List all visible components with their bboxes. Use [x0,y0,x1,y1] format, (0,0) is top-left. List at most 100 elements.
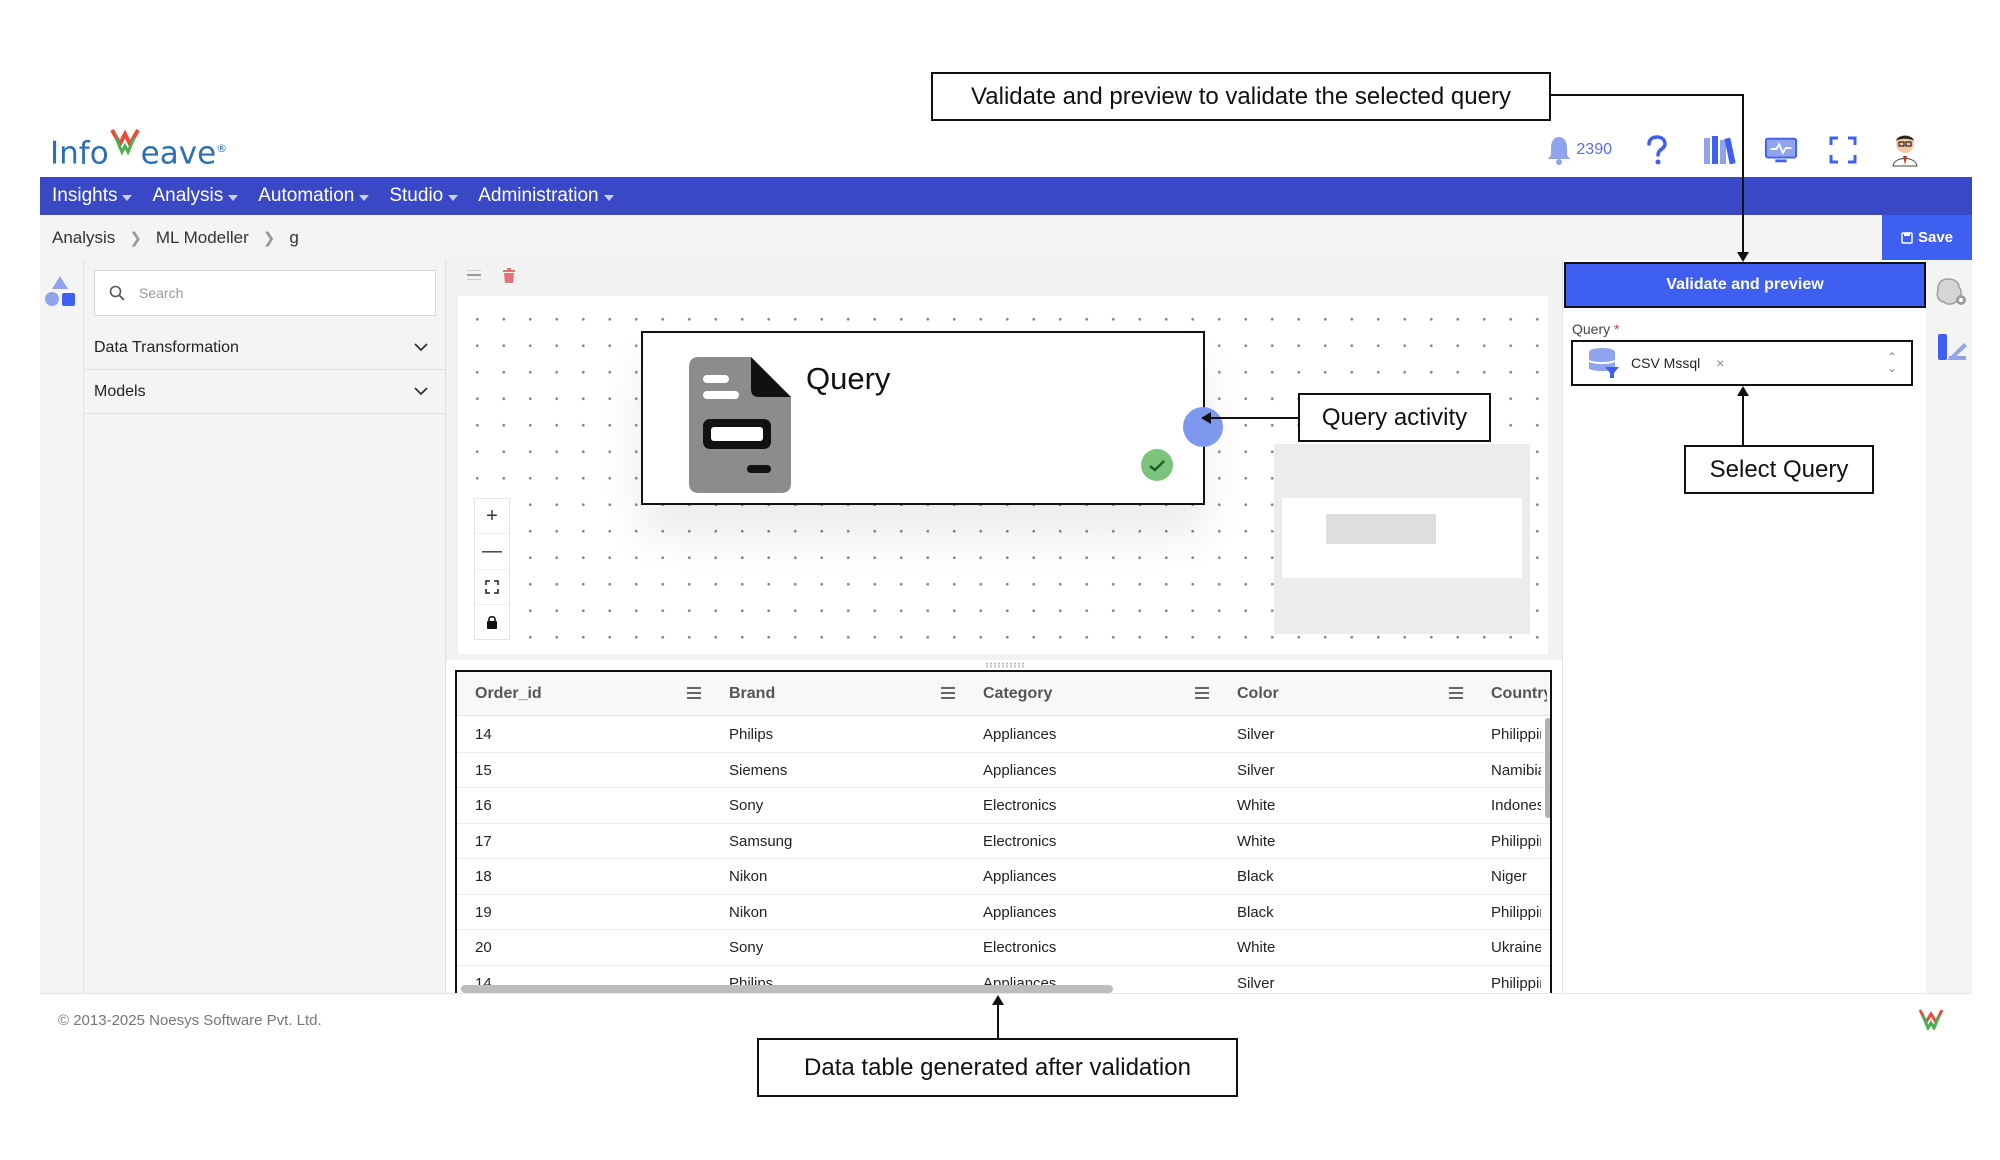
table-row[interactable]: 20 Sony Electronics White Ukraine [457,930,1550,966]
column-menu-icon[interactable] [941,687,955,702]
top-bar: Info eave® 2390 [40,120,1972,178]
nav-analysis[interactable]: Analysis [152,185,250,207]
cell-color: White [1237,832,1276,850]
activity-search-input[interactable]: Search [94,270,436,316]
column-menu-icon[interactable] [1449,687,1463,702]
section-models[interactable]: Models [84,370,446,414]
cell-order-id: 14 [475,726,492,743]
collapse-icon[interactable] [466,268,482,284]
vertical-scrollbar[interactable] [1545,718,1550,818]
save-button[interactable]: Save [1882,215,1972,260]
lock-button[interactable] [475,605,509,639]
callout-text: Select Query [1709,455,1849,483]
chevron-down-icon [414,343,428,352]
database-filter-icon [1589,348,1619,378]
logo-registered-mark: ® [216,142,228,155]
cell-color: Silver [1237,726,1275,743]
query-label-text: Query [1572,321,1611,337]
column-header-order-id[interactable]: Order_id [475,672,542,716]
query-field-label: Query * [1572,321,1619,337]
column-menu-icon[interactable] [687,687,701,702]
cell-color: Black [1237,903,1274,921]
select-arrows-icon[interactable]: ⌃ ⌄ [1887,351,1897,374]
notifications-button[interactable]: 2390 [1546,135,1612,165]
validate-and-preview-button[interactable]: Validate and preview [1564,262,1926,308]
bell-icon [1548,137,1571,165]
cell-country: Namibia [1491,761,1541,779]
breadcrumb-ml-modeller[interactable]: ML Modeller [156,228,249,248]
settings-brain-icon[interactable] [1934,276,1968,308]
zoom-out-button[interactable]: — [475,534,509,570]
user-avatar[interactable] [1888,133,1922,167]
chevron-right-icon: ❯ [129,229,142,247]
library-button[interactable] [1702,133,1736,167]
table-row[interactable]: 15 Siemens Appliances Silver Namibia [457,753,1550,788]
nav-administration[interactable]: Administration [478,185,625,207]
help-button[interactable] [1640,133,1674,167]
delete-icon[interactable] [502,268,516,284]
cell-order-id: 15 [475,761,492,779]
callout-validate-preview: Validate and preview to validate the sel… [931,72,1551,121]
column-menu-icon[interactable] [1195,687,1209,702]
table-row[interactable]: 14 Philips Appliances Silver Philippines [457,717,1550,753]
logo-text-right: eave [140,135,217,172]
table-row[interactable]: 17 Samsung Electronics White Philippines [457,824,1550,859]
fullscreen-button[interactable] [1826,133,1860,167]
nav-insights[interactable]: Insights [52,185,144,207]
nav-studio[interactable]: Studio [389,185,470,207]
save-icon [1901,231,1913,244]
cell-country: Philippines [1491,832,1541,850]
column-header-label: Category [983,685,1053,702]
callout-data-table: Data table generated after validation [757,1038,1238,1097]
resize-handle[interactable] [985,662,1025,668]
cell-brand: Philips [729,726,774,743]
arrow-up-icon [992,995,1004,1005]
callout-text: Data table generated after validation [804,1053,1191,1081]
breadcrumb-analysis[interactable]: Analysis [52,228,115,248]
cell-category: Appliances [983,903,1057,921]
cell-country: Indonesia [1491,797,1541,814]
monitor-button[interactable] [1764,133,1798,167]
horizontal-scrollbar[interactable] [461,985,1113,993]
callout-text: Query activity [1321,403,1468,431]
cell-brand: Siemens [729,761,788,779]
query-select[interactable]: CSV Mssql × ⌃ ⌄ [1571,340,1913,386]
app-logo[interactable]: Info eave® [50,124,227,174]
section-data-transformation[interactable]: Data Transformation [84,326,446,370]
cell-color: Silver [1237,761,1275,779]
cell-country: Niger [1491,868,1527,885]
column-header-brand[interactable]: Brand [729,672,775,716]
fit-view-button[interactable] [475,570,509,605]
cell-order-id: 17 [475,832,492,850]
column-header-country[interactable]: Country [1491,672,1547,716]
plus-icon: + [486,504,498,527]
table-row[interactable]: 18 Nikon Appliances Black Niger [457,859,1550,895]
table-row[interactable]: 16 Sony Electronics White Indonesia [457,788,1550,824]
cell-country: Philippines [1491,726,1541,743]
canvas-minimap[interactable] [1274,444,1530,634]
callout-connector [1742,394,1744,445]
validate-button-label: Validate and preview [1666,276,1824,293]
cell-order-id: 19 [475,903,492,921]
minimap-node [1326,514,1436,544]
callout-text: Validate and preview to validate the sel… [971,82,1511,110]
cell-brand: Sony [729,939,764,956]
column-header-category[interactable]: Category [983,672,1052,716]
nav-automation[interactable]: Automation [258,185,381,207]
properties-edit-icon[interactable] [1936,332,1968,364]
callout-query-activity: Query activity [1298,393,1491,442]
query-activity-node[interactable]: Query [641,331,1205,505]
column-header-color[interactable]: Color [1237,672,1279,716]
cell-order-id: 16 [475,797,492,814]
lock-icon [487,615,497,629]
table-row[interactable]: 19 Nikon Appliances Black Philippines [457,895,1550,930]
library-icon [1704,136,1736,165]
activities-panel: Search Data Transformation Models [84,260,446,993]
shapes-icon[interactable] [43,274,77,308]
chevron-right-icon: ❯ [262,229,276,247]
chevron-down-icon [603,194,614,201]
zoom-in-button[interactable]: + [475,499,509,535]
copyright-text: © 2013-2025 Noesys Software Pvt. Ltd. [58,1012,322,1029]
clear-selection-icon[interactable]: × [1716,355,1724,371]
chevron-down-icon [448,194,459,201]
